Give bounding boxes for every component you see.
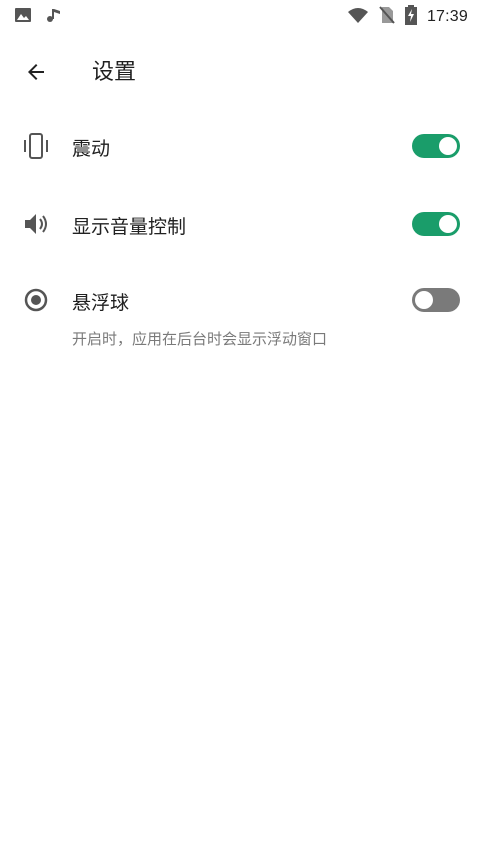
- volume-control-toggle[interactable]: [412, 212, 460, 236]
- back-button[interactable]: [16, 52, 56, 92]
- image-icon: [14, 6, 32, 28]
- status-time: 17:39: [426, 8, 468, 25]
- page-title: 设置: [92, 60, 137, 85]
- setting-label-volume-control: 显示音量控制: [72, 216, 187, 238]
- music-note-icon: [44, 6, 62, 28]
- wifi-icon: [347, 6, 369, 28]
- toggle-knob: [439, 137, 457, 155]
- setting-label-floating-ball: 悬浮球: [72, 292, 130, 314]
- phone-vibrate-icon: [20, 130, 52, 162]
- setting-label-vibrate: 震动: [72, 138, 111, 160]
- status-right-icons: 17:39: [347, 5, 468, 29]
- battery-charging-icon: [404, 5, 417, 29]
- setting-row-volume-control[interactable]: 显示音量控制: [0, 206, 480, 246]
- vibrate-toggle[interactable]: [412, 134, 460, 158]
- status-left-icons: [14, 6, 62, 28]
- arrow-back-icon: [28, 64, 44, 80]
- volume-icon: [20, 208, 52, 240]
- status-bar: 17:39: [0, 0, 480, 32]
- floating-ball-toggle[interactable]: [412, 288, 460, 312]
- toggle-knob: [439, 215, 457, 233]
- no-sim-icon: [379, 6, 395, 28]
- setting-row-floating-ball[interactable]: 悬浮球 开启时，应用在后台时会显示浮动窗口: [0, 282, 480, 352]
- setting-row-vibrate[interactable]: 震动: [0, 128, 480, 168]
- radio-button-icon: [20, 284, 52, 316]
- app-bar: 设置: [0, 32, 480, 108]
- toggle-knob: [415, 291, 433, 309]
- setting-desc-floating-ball: 开启时，应用在后台时会显示浮动窗口: [72, 330, 328, 348]
